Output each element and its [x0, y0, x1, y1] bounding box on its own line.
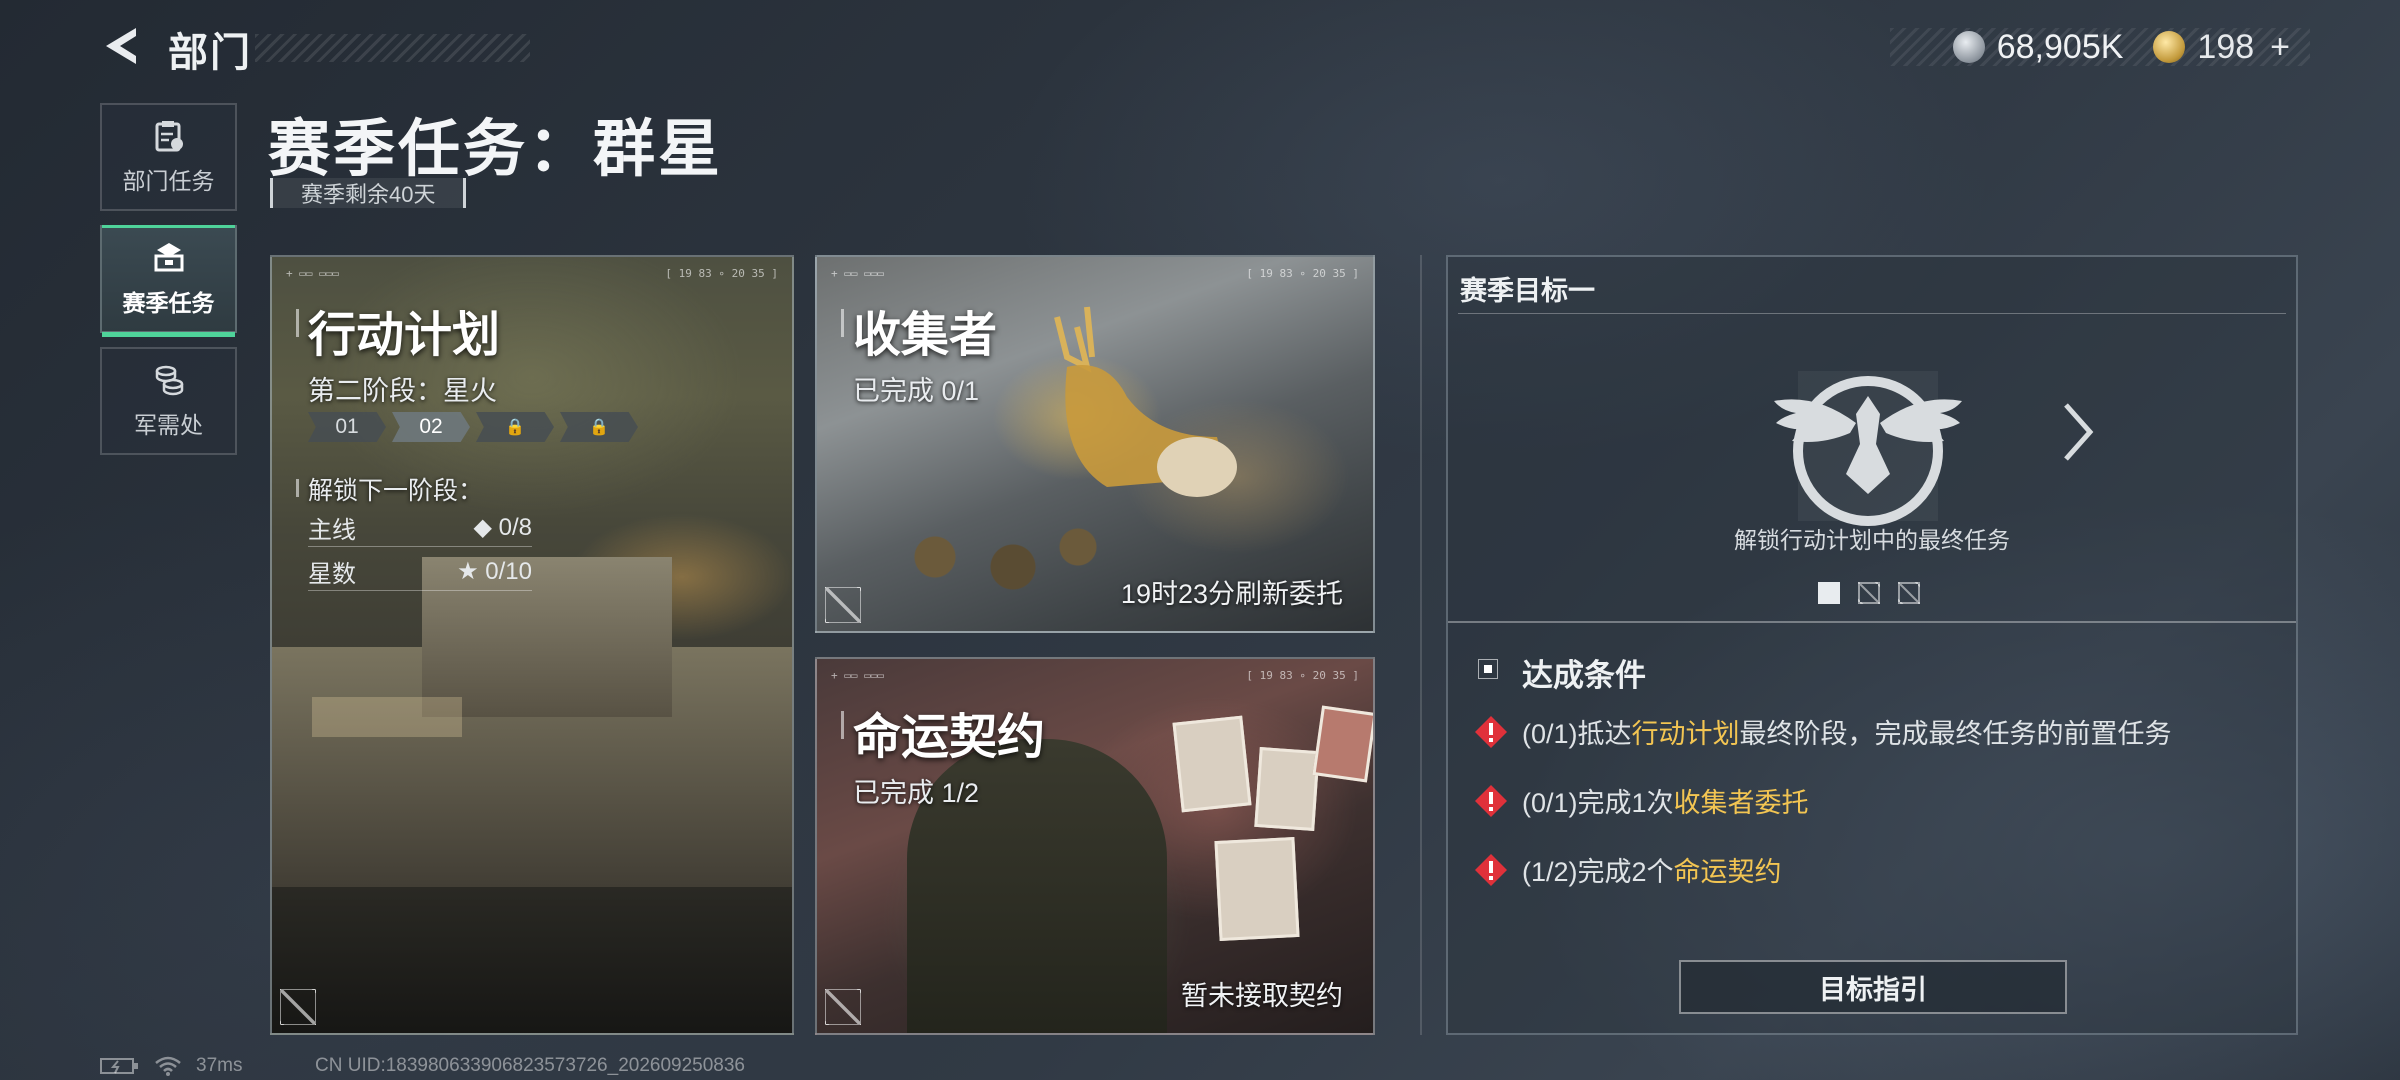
silver-coin-icon — [1952, 31, 1985, 63]
goal-guide-button[interactable]: 目标指引 — [1679, 960, 2067, 1014]
expand-corner-icon — [280, 989, 316, 1025]
condition-text: 最终阶段，完成最终任务的前置任务 — [1739, 719, 2172, 749]
back-arrow-icon[interactable] — [100, 24, 144, 68]
season-goal-panel: 赛季目标一 解锁行动计划中的最终任务 达成条件 (0/1)抵达行动计划最终阶段，… — [1446, 255, 2298, 1035]
card-progress: 已完成 0/1 — [853, 376, 980, 406]
requirement-label: 星数 — [308, 561, 356, 588]
pager-dot[interactable] — [1898, 582, 1920, 604]
season-remaining-badge: 赛季剩余40天 — [270, 178, 467, 208]
battery-icon — [100, 1058, 138, 1074]
sidebar-item-department-tasks[interactable]: 部门任务 — [100, 103, 237, 211]
refresh-timer: 19时23分刷新委托 — [1120, 579, 1343, 609]
card-stage-label: 第二阶段：星火 — [308, 376, 497, 406]
star-icon: ★ — [457, 558, 479, 585]
page-title: 赛季任务：群星 — [268, 115, 724, 184]
golden-deer-figurine — [1054, 306, 1237, 497]
wifi-icon — [155, 1056, 181, 1076]
stage-progress: 01 02 🔒 🔒 — [308, 412, 638, 442]
goal-description: 解锁行动计划中的最终任务 — [1734, 527, 2010, 553]
sidebar-item-season-tasks[interactable]: 赛季任务 — [100, 225, 237, 337]
divider — [1458, 313, 2286, 314]
card-title: 行动计划 — [308, 309, 501, 362]
unlock-next-stage-label: 解锁下一阶段： — [308, 477, 484, 505]
condition-item: (0/1)完成1次收集者委托 — [1474, 781, 1809, 820]
goal-header: 赛季目标一 — [1460, 276, 1595, 306]
card-hud-decoration: + ▭▭ ▭▭▭[ 19 83 ∘ 20 35 ] — [831, 267, 1359, 280]
contract-status: 暂未接取契约 — [1181, 981, 1343, 1011]
warning-icon — [1475, 715, 1507, 748]
condition-text: (0/1)抵达 — [1522, 719, 1632, 749]
sidebar-item-label: 军需处 — [134, 412, 203, 438]
card-progress: 已完成 1/2 — [853, 778, 980, 808]
pager-dot[interactable] — [1858, 582, 1880, 604]
pager-dot-active[interactable] — [1818, 582, 1840, 604]
player-uid: CN UID:18398063390682357372​6_2026092508… — [315, 1055, 745, 1076]
expand-corner-icon — [825, 587, 861, 623]
stage-lock-icon: 🔒 — [560, 412, 638, 442]
sidebar-item-label: 赛季任务 — [122, 290, 215, 316]
operation-plan-card[interactable]: + ▭▭ ▭▭▭[ 19 83 ∘ 20 35 ] 行动计划 第二阶段：星火 0… — [270, 255, 794, 1035]
add-gold-button[interactable]: + — [2270, 28, 2290, 67]
title-stripe-decoration — [255, 34, 530, 62]
requirement-row-main: 主线 ◆ 0/8 — [308, 509, 532, 547]
coins-stack-icon — [155, 365, 183, 396]
sidebar-item-label: 部门任务 — [122, 168, 215, 194]
ping-value: 37ms — [196, 1055, 243, 1076]
clipboard-icon — [155, 121, 183, 152]
silver-coin-value: 68,905K — [1996, 27, 2124, 66]
divider — [1448, 621, 2296, 623]
condition-highlight: 行动计划 — [1631, 719, 1740, 749]
stage-step-current: 02 — [392, 412, 470, 442]
section-title: 部门 — [168, 31, 252, 75]
requirement-value: 0/8 — [498, 514, 532, 541]
condition-highlight: 命运契约 — [1673, 857, 1782, 887]
currency-bar: 68,905K 198 + — [1890, 28, 2310, 66]
eagle-emblem-icon — [1774, 371, 1962, 526]
card-hud-decoration: + ▭▭ ▭▭▭[ 19 83 ∘ 20 35 ] — [831, 669, 1359, 682]
warning-icon — [1475, 784, 1507, 817]
card-hud-decoration: + ▭▭ ▭▭▭[ 19 83 ∘ 20 35 ] — [286, 267, 778, 280]
stage-lock-icon: 🔒 — [476, 412, 554, 442]
sidebar-item-quartermaster[interactable]: 军需处 — [100, 347, 237, 455]
diamond-icon: ◆ — [473, 514, 492, 541]
expand-corner-icon — [825, 989, 861, 1025]
condition-highlight: 收集者委托 — [1673, 788, 1809, 818]
requirement-label: 主线 — [308, 517, 356, 544]
stage-step: 01 — [308, 412, 386, 442]
gold-coin-icon — [2153, 31, 2186, 63]
card-title: 命运契约 — [853, 711, 1046, 764]
condition-item: (0/1)抵达行动计划最终阶段，完成最终任务的前置任务 — [1474, 712, 2172, 751]
condition-text: (1/2)完成2个 — [1522, 857, 1674, 887]
divider — [1420, 255, 1422, 1035]
goal-pager — [1818, 582, 1920, 604]
warning-icon — [1475, 853, 1507, 886]
next-goal-arrow-icon[interactable] — [2058, 397, 2098, 467]
requirement-row-stars: 星数 ★ 0/10 — [308, 553, 532, 591]
status-bar: 37ms — [100, 1055, 242, 1077]
section-marker-icon — [1478, 659, 1498, 679]
briefcase-icon — [154, 243, 183, 272]
gold-coin-value: 198 — [2197, 27, 2255, 66]
condition-text: (0/1)完成1次 — [1522, 788, 1674, 818]
collector-card[interactable]: + ▭▭ ▭▭▭[ 19 83 ∘ 20 35 ] 收集者 已完成 0/1 19… — [815, 255, 1375, 633]
conditions-title: 达成条件 — [1522, 658, 1646, 693]
requirement-value: 0/10 — [485, 558, 532, 585]
card-title: 收集者 — [853, 309, 998, 362]
fate-contract-card[interactable]: + ▭▭ ▭▭▭[ 19 83 ∘ 20 35 ] 命运契约 已完成 1/2 暂… — [815, 657, 1375, 1035]
condition-item: (1/2)完成2个命运契约 — [1474, 850, 1782, 889]
